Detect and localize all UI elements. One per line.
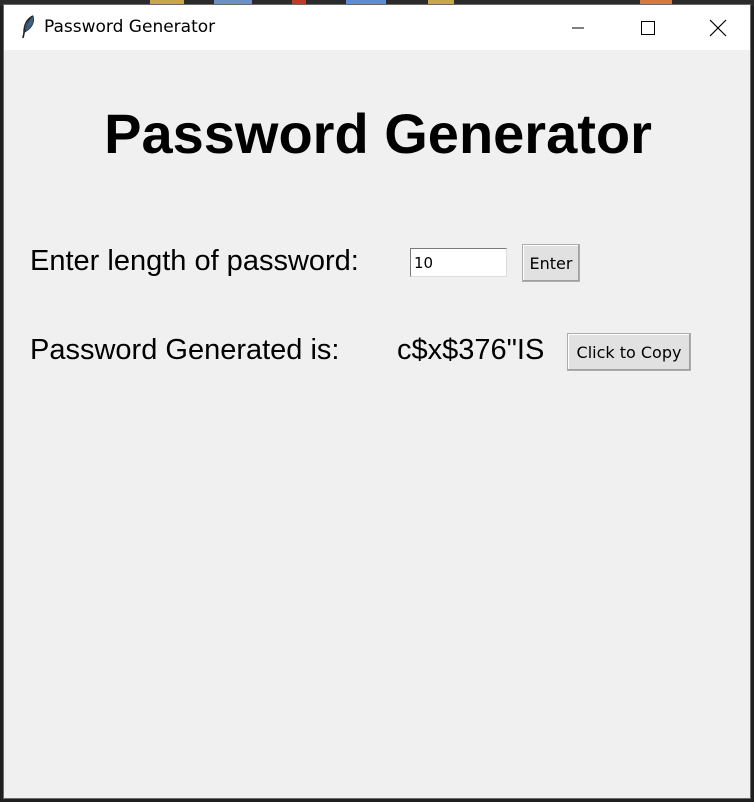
window-title: Password Generator xyxy=(44,17,216,37)
minimize-button[interactable] xyxy=(543,5,613,50)
close-button[interactable] xyxy=(683,5,753,50)
length-label: Enter length of password: xyxy=(30,245,359,277)
generated-password: c$x$376"IS xyxy=(397,334,545,366)
feather-icon xyxy=(18,14,38,40)
enter-button[interactable]: Enter xyxy=(522,244,580,282)
close-icon xyxy=(709,19,727,37)
title-bar[interactable]: Password Generator xyxy=(4,5,750,50)
app-window: Password Generator Password Generator En… xyxy=(3,4,751,799)
generated-label: Password Generated is: xyxy=(30,334,340,366)
page-title: Password Generator xyxy=(104,102,652,165)
maximize-button[interactable] xyxy=(613,5,683,50)
length-input[interactable] xyxy=(410,248,507,277)
minimize-icon xyxy=(570,20,586,36)
copy-button[interactable]: Click to Copy xyxy=(567,333,691,371)
maximize-icon xyxy=(640,20,656,36)
